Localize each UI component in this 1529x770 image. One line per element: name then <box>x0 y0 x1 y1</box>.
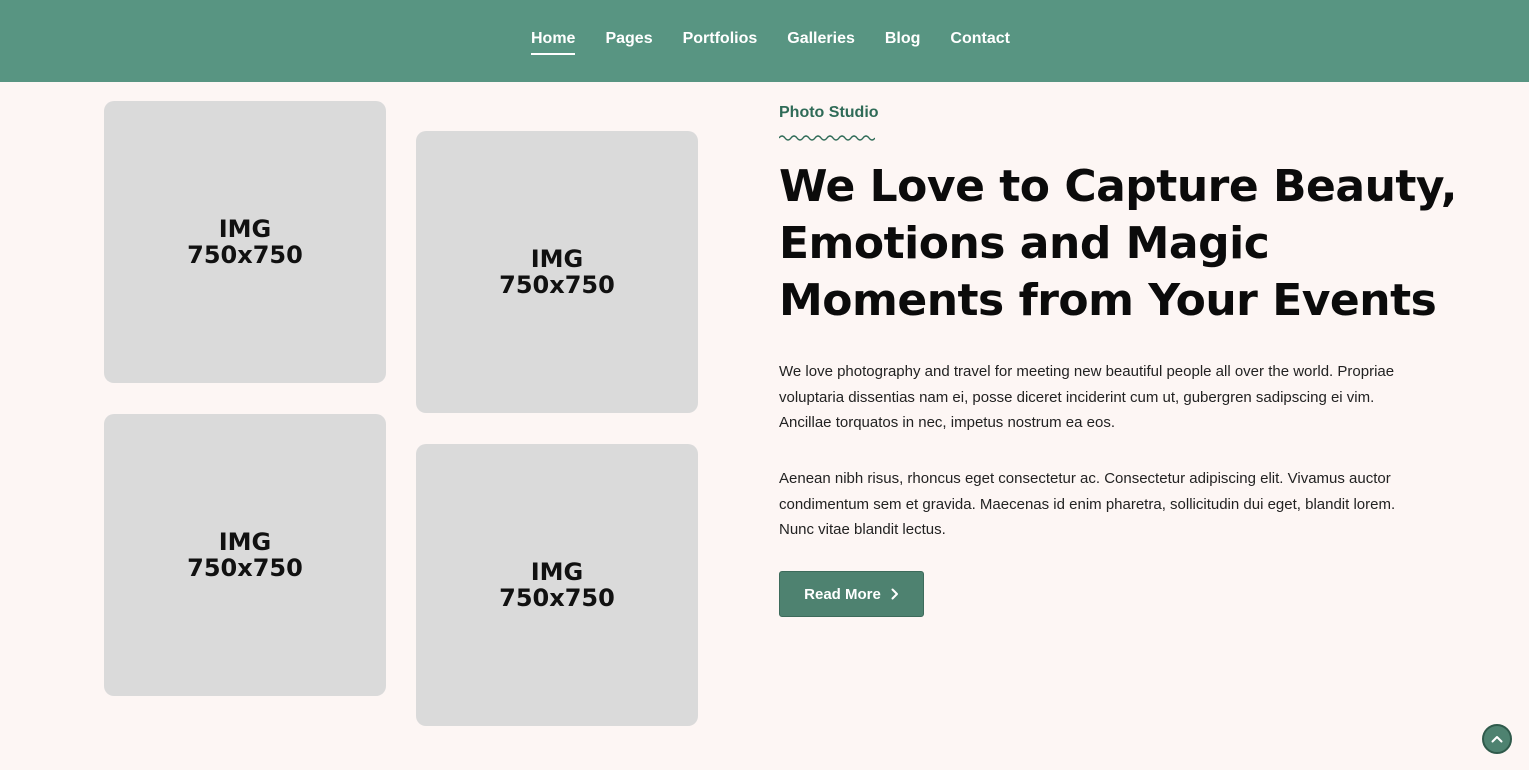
nav-item-galleries[interactable]: Galleries <box>787 29 855 53</box>
image-placeholder-label: IMG 750x750 <box>499 245 615 299</box>
nav-item-portfolios[interactable]: Portfolios <box>683 29 758 53</box>
chevron-up-icon <box>1491 736 1503 743</box>
nav-item-contact[interactable]: Contact <box>950 29 1010 53</box>
gallery-image-placeholder: IMG 750x750 <box>104 101 386 383</box>
image-placeholder-label: IMG 750x750 <box>187 215 303 269</box>
read-more-button[interactable]: Read More <box>779 571 924 617</box>
image-placeholder-label: IMG 750x750 <box>187 528 303 582</box>
nav-item-home[interactable]: Home <box>531 29 576 55</box>
gallery-image-placeholder: IMG 750x750 <box>416 444 698 726</box>
hero-paragraph: Aenean nibh risus, rhoncus eget consecte… <box>779 470 1396 538</box>
read-more-label: Read More <box>804 585 881 603</box>
hero-paragraph: We love photography and travel for meeti… <box>779 363 1395 431</box>
main-menu: Home Pages Portfolios Galleries Blog Con… <box>531 29 1040 55</box>
gallery-image-placeholder: IMG 750x750 <box>416 131 698 413</box>
wavy-underline-decoration <box>779 135 875 141</box>
top-navigation-bar: Home Pages Portfolios Galleries Blog Con… <box>0 0 1529 82</box>
nav-item-pages[interactable]: Pages <box>605 29 652 53</box>
hero-headline: We Love to Capture Beauty, Emotions and … <box>779 161 1457 326</box>
image-placeholder-label: IMG 750x750 <box>499 558 615 612</box>
nav-item-blog[interactable]: Blog <box>885 29 921 53</box>
scroll-to-top-button[interactable] <box>1482 724 1512 754</box>
section-eyebrow: Photo Studio <box>779 104 879 121</box>
gallery-image-placeholder: IMG 750x750 <box>104 414 386 696</box>
chevron-right-icon <box>891 588 898 600</box>
